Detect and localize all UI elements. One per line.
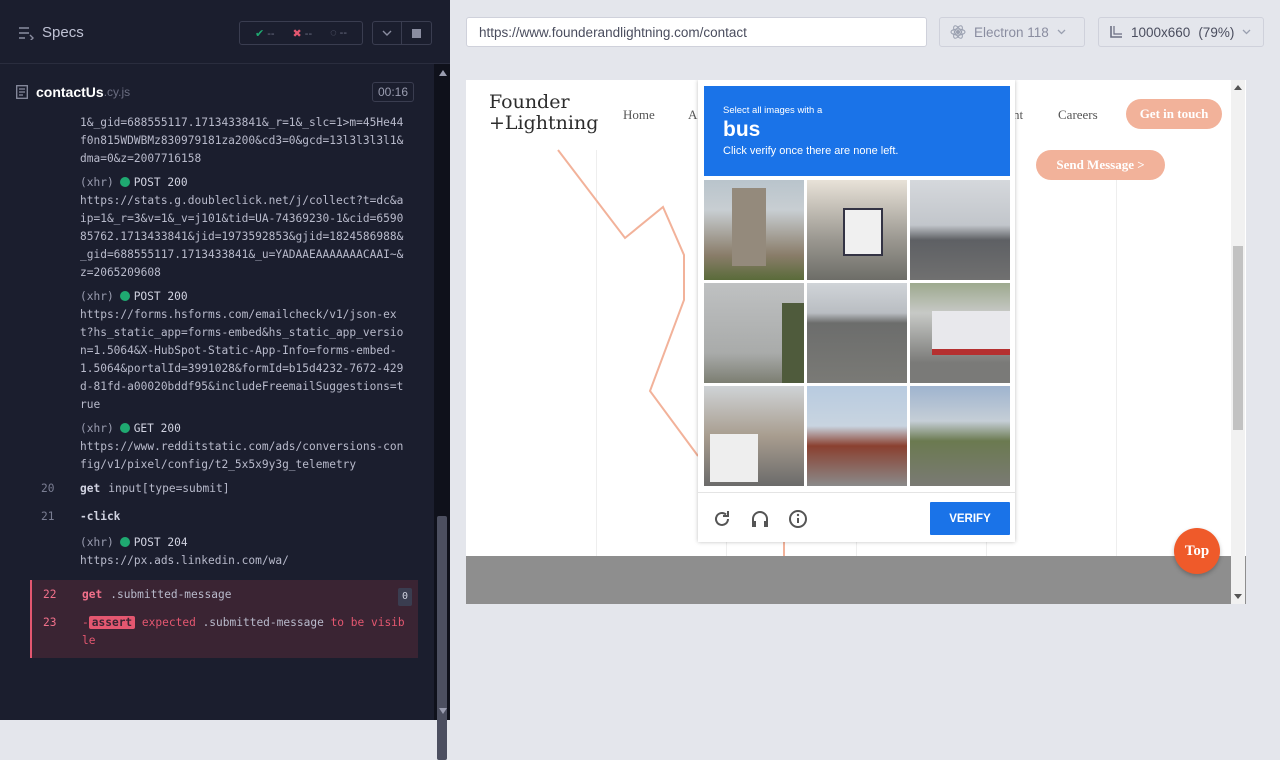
list-icon xyxy=(19,26,34,40)
spec-duration: 00:16 xyxy=(371,82,414,102)
specs-toggle[interactable]: Specs xyxy=(18,24,84,41)
nav-home[interactable]: Home xyxy=(623,107,655,123)
chevron-down-icon xyxy=(382,30,392,36)
scroll-up-icon[interactable] xyxy=(1234,85,1242,90)
log-entry[interactable]: 1&_gid=688555117.1713433841&_r=1&_slc=1>… xyxy=(30,112,418,172)
captcha-prompt: Select all images with a xyxy=(723,105,823,116)
status-dot-icon xyxy=(119,177,130,187)
scroll-down-icon[interactable] xyxy=(439,708,447,714)
site-footer xyxy=(466,556,1246,604)
back-to-top-button[interactable]: Top xyxy=(1174,528,1220,574)
send-message-button[interactable]: Send Message > xyxy=(1036,150,1165,180)
viewport-selector[interactable]: 1000x660 (79%) xyxy=(1098,17,1264,47)
scroll-down-icon[interactable] xyxy=(1234,594,1242,599)
captcha-header: Select all images with a bus Click verif… xyxy=(704,86,1010,176)
stop-icon xyxy=(412,28,421,38)
document-icon xyxy=(16,85,28,99)
pending-stat: ◌ -- xyxy=(330,27,347,39)
test-stats: ✔ -- ✖ -- ◌ -- xyxy=(239,21,363,45)
verify-button[interactable]: VERIFY xyxy=(930,502,1010,535)
captcha-tile[interactable] xyxy=(704,386,804,486)
status-dot-icon xyxy=(119,537,130,547)
app-preview-panel: https://www.founderandlightning.com/cont… xyxy=(450,0,1280,720)
chevron-down-icon xyxy=(1057,29,1066,35)
x-icon: ✖ xyxy=(292,27,302,40)
passed-stat: ✔ -- xyxy=(254,27,275,40)
chevron-down-icon xyxy=(1242,29,1251,35)
reload-icon[interactable] xyxy=(712,509,732,529)
browser-selector[interactable]: Electron 118 xyxy=(939,17,1085,47)
status-dot-icon xyxy=(119,291,130,301)
chevron-down-button[interactable] xyxy=(372,21,402,45)
runner-header: Specs ✔ -- ✖ -- ◌ -- xyxy=(0,0,450,64)
count-badge: 0 xyxy=(397,588,412,606)
status-dot-icon xyxy=(119,423,130,433)
cypress-runner-panel: Specs ✔ -- ✖ -- ◌ -- contactUs .cy.js 00… xyxy=(0,0,450,760)
iframe-scrollbar[interactable] xyxy=(1231,80,1245,604)
headphones-icon[interactable] xyxy=(750,509,770,529)
captcha-tile[interactable] xyxy=(910,283,1010,383)
site-logo[interactable]: Founder +Lightning xyxy=(489,92,598,134)
circle-icon: ◌ xyxy=(330,27,337,39)
log-entry[interactable]: (xhr) POST 204 https://px.ads.linkedin.com… xyxy=(30,532,418,574)
scroll-up-icon[interactable] xyxy=(439,70,447,76)
electron-icon xyxy=(950,25,966,39)
captcha-tile[interactable] xyxy=(910,180,1010,280)
captcha-instruction: Click verify once there are none left. xyxy=(723,145,899,157)
nav-about[interactable]: A xyxy=(688,107,697,123)
captcha-target: bus xyxy=(723,118,761,141)
failed-assert-entry[interactable]: 23- assert expected .submitted-message to… xyxy=(30,610,418,658)
spec-file-name: contactUs xyxy=(36,84,104,100)
failed-stat: ✖ -- xyxy=(292,27,313,40)
captcha-footer: VERIFY xyxy=(698,492,1015,542)
check-icon: ✔ xyxy=(254,27,265,40)
log-scrollbar[interactable] xyxy=(434,64,450,760)
log-scroll-thumb[interactable] xyxy=(437,516,447,760)
command-log: 1&_gid=688555117.1713433841&_r=1&_slc=1>… xyxy=(30,112,418,692)
log-entry[interactable]: (xhr) POST 200 https://forms.hsforms.com/e… xyxy=(30,286,418,418)
iframe-scroll-thumb[interactable] xyxy=(1233,246,1243,430)
captcha-tile[interactable] xyxy=(704,180,804,280)
url-bar[interactable]: https://www.founderandlightning.com/cont… xyxy=(466,17,927,47)
log-entry[interactable]: 21 -click xyxy=(30,502,418,532)
captcha-tile[interactable] xyxy=(807,386,907,486)
captcha-tile[interactable] xyxy=(807,283,907,383)
get-in-touch-button[interactable]: Get in touch xyxy=(1126,99,1222,129)
nav-careers[interactable]: Careers xyxy=(1058,107,1098,123)
spec-file-header: contactUs .cy.js 00:16 xyxy=(16,78,418,106)
ruler-icon xyxy=(1110,26,1122,38)
log-entry[interactable]: (xhr) GET 200 https://www.redditstatic.com… xyxy=(30,418,418,478)
log-entry[interactable]: 20 get input[type=submit] xyxy=(30,478,418,502)
info-icon[interactable] xyxy=(788,509,808,529)
log-entry[interactable]: (xhr) POST 200 https://stats.g.doubleclick… xyxy=(30,172,418,286)
failed-log-entry[interactable]: 22 get .submitted-message 0 xyxy=(30,580,418,610)
captcha-tile[interactable] xyxy=(910,386,1010,486)
recaptcha-challenge: Select all images with a bus Click verif… xyxy=(698,80,1015,542)
aut-iframe: Founder +Lightning Home A nt Careers Get … xyxy=(466,80,1246,604)
specs-label: Specs xyxy=(42,24,84,41)
captcha-image-grid xyxy=(704,180,1010,486)
captcha-tile[interactable] xyxy=(807,180,907,280)
captcha-tile[interactable] xyxy=(704,283,804,383)
spec-file-ext: .cy.js xyxy=(103,85,131,99)
stop-button[interactable] xyxy=(402,21,432,45)
